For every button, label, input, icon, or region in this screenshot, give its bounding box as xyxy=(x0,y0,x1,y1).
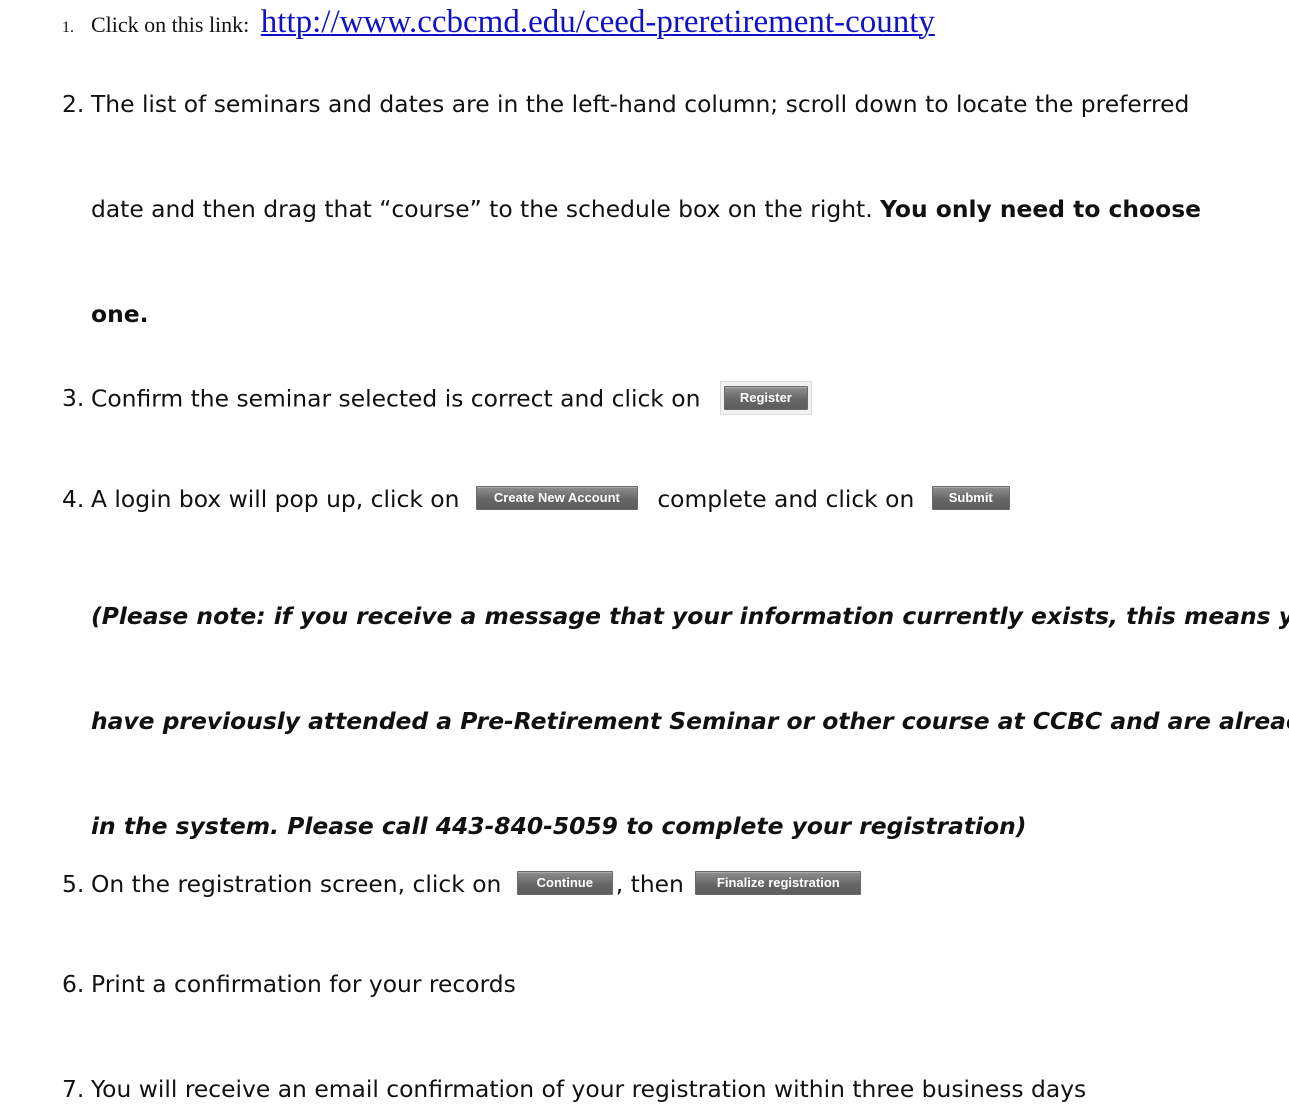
step-2-emphasis-end: one. xyxy=(91,300,149,328)
preretirement-link[interactable]: http://www.ccbcmd.edu/ceed-preretirement… xyxy=(261,4,935,40)
note-text-3: in the system. Please call 443-840-5059 … xyxy=(91,812,1027,840)
step-5-number: 5. xyxy=(62,870,85,898)
note-text-2: have previously attended a Pre-Retiremen… xyxy=(91,707,1289,735)
finalize-registration-button[interactable]: Finalize registration xyxy=(695,870,862,895)
step-4-text-a: A login box will pop up, click on xyxy=(91,485,467,513)
step-4-number: 4. xyxy=(62,485,85,513)
step-6-number: 6. xyxy=(62,970,85,998)
register-button-frame: Register xyxy=(719,381,812,415)
step-4-text-b: complete and click on xyxy=(649,485,922,513)
step-1-text: Click on this link: xyxy=(91,12,255,37)
step-7-number: 7. xyxy=(62,1075,85,1103)
note-line-3: in the system. Please call 443-840-5059 … xyxy=(91,812,1027,840)
step-6-text: Print a confirmation for your records xyxy=(91,970,516,998)
step-2-number: 2. xyxy=(62,90,85,118)
create-new-account-button[interactable]: Create New Account xyxy=(475,485,638,510)
step-2-emphasis: You only need to choose xyxy=(880,195,1201,223)
step-3-number: 3. xyxy=(62,384,85,413)
note-line-1: (Please note: if you receive a message t… xyxy=(91,602,1289,630)
step-5-text-a: On the registration screen, click on xyxy=(91,870,509,898)
step-3-text: Confirm the seminar selected is correct … xyxy=(91,384,708,413)
step-6: 6. Print a confirmation for your records xyxy=(62,970,516,998)
step-3: 3. Confirm the seminar selected is correc… xyxy=(62,381,812,417)
continue-button[interactable]: Continue xyxy=(516,870,613,895)
register-button[interactable]: Register xyxy=(723,385,808,410)
step-2-line-3: one. xyxy=(91,300,149,328)
step-4: 4. A login box will pop up, click on Crea… xyxy=(62,485,1010,513)
instructions-document: 1. Click on this link: http://www.ccbcmd.… xyxy=(0,0,1289,1116)
step-2-line-2: date and then drag that “course” to the … xyxy=(91,195,1201,223)
step-5-text-b: , then xyxy=(615,870,692,898)
step-1: 1. Click on this link: http://www.ccbcmd.… xyxy=(62,6,935,39)
step-7-text: You will receive an email confirmation o… xyxy=(91,1075,1087,1103)
step-7: 7. You will receive an email confirmation… xyxy=(62,1075,1087,1103)
note-line-2: have previously attended a Pre-Retiremen… xyxy=(91,707,1289,735)
step-2-line-1: 2. The list of seminars and dates are in … xyxy=(62,90,1190,118)
submit-button[interactable]: Submit xyxy=(931,485,1010,510)
step-2-text-line-2: date and then drag that “course” to the … xyxy=(91,195,881,223)
step-1-number: 1. xyxy=(62,19,74,36)
step-2-text-line-1: The list of seminars and dates are in th… xyxy=(91,90,1190,118)
step-5: 5. On the registration screen, click on C… xyxy=(62,870,862,898)
note-text-1: (Please note: if you receive a message t… xyxy=(91,602,1289,630)
